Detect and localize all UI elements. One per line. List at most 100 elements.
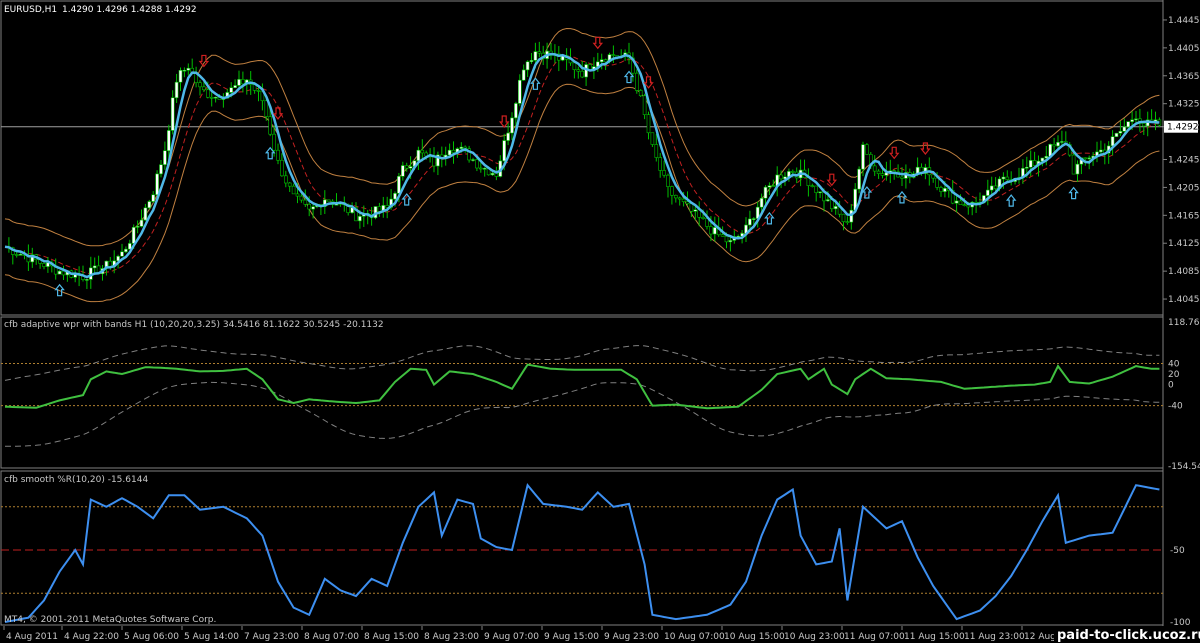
candle-body bbox=[841, 213, 846, 223]
wpr-tick-label: -154.5486 bbox=[1168, 462, 1200, 472]
candle-body bbox=[202, 86, 206, 91]
candle-body bbox=[646, 114, 651, 134]
time-tick-label: 12 Aug bbox=[1024, 632, 1056, 642]
candle-body bbox=[213, 96, 218, 99]
wpr-panel-frame bbox=[0, 316, 1164, 469]
candle-body bbox=[287, 182, 292, 187]
candle-body bbox=[638, 90, 643, 97]
buy-arrow bbox=[530, 77, 541, 90]
candle-body bbox=[650, 132, 655, 145]
candle-body bbox=[771, 185, 776, 187]
candle-body bbox=[475, 159, 479, 169]
chart-canvas[interactable]: 1.4445 1.4405 1.4365 1.4325 1.4292 1.4245 1.42… bbox=[0, 0, 1200, 643]
candle-body bbox=[178, 70, 183, 83]
buy-arrow bbox=[1005, 194, 1017, 207]
price-tick-label: 1.4085 bbox=[1168, 267, 1200, 277]
candle-body bbox=[1118, 130, 1123, 134]
candle-body bbox=[1025, 166, 1029, 169]
candle-body bbox=[724, 235, 729, 243]
candle-body bbox=[985, 189, 990, 196]
candle-body bbox=[689, 203, 694, 212]
candle-body bbox=[654, 144, 659, 158]
candle-body bbox=[272, 133, 276, 151]
candle-body bbox=[61, 270, 66, 276]
candle-body bbox=[1126, 121, 1130, 128]
candle-body bbox=[935, 177, 939, 188]
candle-body bbox=[931, 174, 936, 179]
candle-body bbox=[131, 227, 136, 244]
candle-body bbox=[709, 226, 713, 235]
candle-body bbox=[818, 191, 822, 194]
candle-body bbox=[634, 72, 639, 91]
candle-body bbox=[1122, 126, 1127, 132]
candle-body bbox=[1056, 142, 1060, 147]
candle-body bbox=[311, 206, 315, 210]
sell-arrow bbox=[498, 115, 510, 128]
smooth-wpr-panel: -50-100 bbox=[1, 483, 1191, 628]
candle-body bbox=[642, 95, 647, 115]
candle-body bbox=[174, 81, 179, 99]
smooth-tick-label: -50 bbox=[1170, 546, 1185, 556]
candle-body bbox=[139, 219, 144, 227]
candle-body bbox=[237, 79, 241, 86]
candle-body bbox=[514, 103, 518, 119]
candle-body bbox=[170, 97, 175, 131]
mt4-chart-window[interactable]: 1.4445 1.4405 1.4365 1.4325 1.4292 1.4245 1.42… bbox=[0, 0, 1200, 643]
time-tick-label: 5 Aug 06:00 bbox=[124, 632, 179, 642]
price-tick-label: 1.4325 bbox=[1168, 100, 1200, 110]
sell-arrow bbox=[826, 173, 838, 187]
candle-body bbox=[268, 116, 273, 135]
candle-body bbox=[1130, 119, 1134, 122]
candle-body bbox=[135, 226, 140, 228]
candle-body bbox=[533, 51, 538, 61]
candle-body bbox=[506, 132, 510, 141]
candle-body bbox=[14, 254, 19, 256]
candle-body bbox=[599, 59, 604, 63]
symbol-label: EURUSD,H1 bbox=[4, 5, 57, 15]
candle-body bbox=[876, 170, 881, 174]
watermark: paid-to-click.ucoz.ru bbox=[1057, 628, 1200, 643]
candle-body bbox=[845, 221, 850, 224]
candle-body bbox=[767, 185, 772, 188]
candle-body bbox=[198, 82, 202, 88]
candle-body bbox=[537, 51, 542, 54]
time-tick-label: 7 Aug 23:00 bbox=[244, 632, 299, 642]
time-axis: 4 Aug 2011 4 Aug 22:00 5 Aug 06:00 5 Aug 14… bbox=[3, 626, 1056, 642]
candle-body bbox=[1028, 160, 1033, 168]
candle-body bbox=[521, 69, 526, 81]
candle-body bbox=[264, 100, 269, 117]
candle-body bbox=[833, 206, 838, 210]
candle-body bbox=[712, 227, 717, 235]
candle-body bbox=[1083, 157, 1088, 160]
candle-body bbox=[303, 199, 308, 205]
price-tick-label: 1.4045 bbox=[1168, 295, 1200, 305]
time-tick-label: 10 Aug 15:00 bbox=[724, 632, 785, 642]
candle-body bbox=[400, 165, 405, 177]
candle-body bbox=[580, 70, 585, 78]
candle-body bbox=[517, 79, 522, 104]
candle-body bbox=[1110, 136, 1115, 147]
candle-body bbox=[393, 193, 397, 200]
candle-body bbox=[810, 185, 815, 187]
candle-body bbox=[1071, 154, 1076, 175]
buy-arrow bbox=[896, 190, 908, 204]
wpr-lower-band bbox=[4, 381, 1160, 447]
sell-arrow bbox=[198, 54, 210, 68]
price-tick-label: 1.4445 bbox=[1168, 16, 1200, 26]
candle-body bbox=[120, 251, 124, 257]
time-tick-label: 11 Aug 23:00 bbox=[964, 632, 1025, 642]
candle-body bbox=[900, 176, 904, 179]
price-tick-label: 1.4125 bbox=[1168, 239, 1200, 249]
candle-body bbox=[1134, 118, 1138, 121]
candle-body bbox=[377, 206, 382, 212]
candle-body bbox=[494, 173, 499, 177]
copyright-label: MT4, © 2001-2011 MetaQuotes Software Cor… bbox=[4, 615, 216, 625]
candle-body bbox=[658, 157, 663, 171]
candle-body bbox=[1142, 123, 1146, 127]
candle-body bbox=[993, 185, 998, 190]
candle-body bbox=[459, 146, 464, 149]
candle-body bbox=[958, 200, 963, 206]
candle-body bbox=[478, 167, 483, 170]
time-tick-label: 5 Aug 14:00 bbox=[184, 632, 239, 642]
candle-body bbox=[307, 204, 312, 210]
